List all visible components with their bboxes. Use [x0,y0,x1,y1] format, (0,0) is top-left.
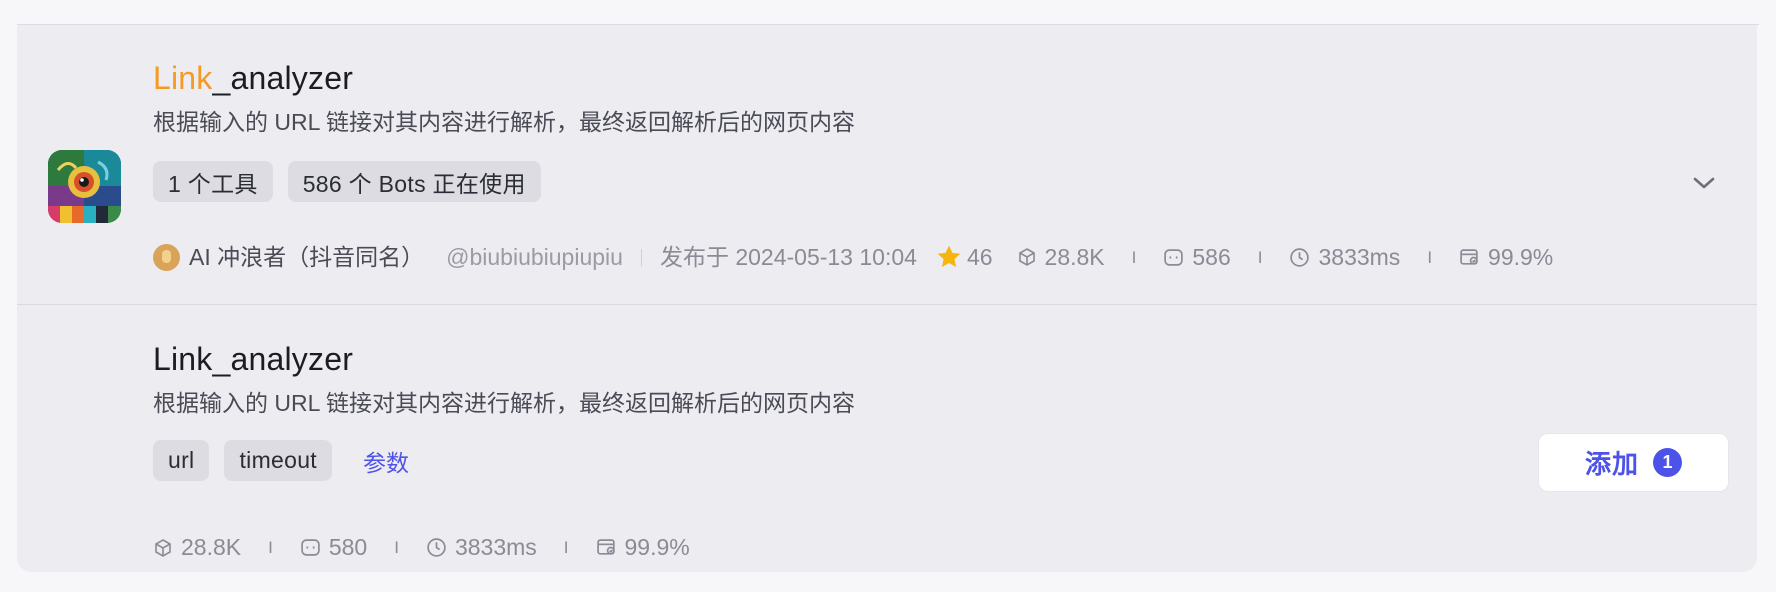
tool-count-tag: 1 个工具 [153,161,273,202]
plugin-description: 根据输入的 URL 链接对其内容进行解析，最终返回解析后的网页内容 [153,109,855,135]
star-count: 46 [935,243,993,271]
clock-icon [1290,247,1310,267]
add-button-label: 添加 [1584,449,1639,479]
bot-face-icon [1164,248,1184,266]
success-rate-icon [1460,248,1478,265]
stat-separator: I [1257,247,1263,267]
cube-icon [1018,248,1035,266]
star-value: 46 [966,243,993,270]
bots-stat: 580 [300,536,367,559]
plugin-card: Link_analyzer 根据输入的 URL 链接对其内容进行解析，最终返回解… [17,25,1757,572]
plugin-row[interactable]: Link_analyzer 根据输入的 URL 链接对其内容进行解析，最终返回解… [17,25,1757,305]
star-icon [937,245,961,268]
tool-title: Link_analyzer [153,341,354,377]
tool-row: Link_analyzer 根据输入的 URL 链接对其内容进行解析，最终返回解… [17,306,1757,572]
latency-stat: 3833ms [426,536,537,559]
clock-icon [427,538,446,557]
meta-divider [640,248,642,266]
success-stat: 99.9% [1459,243,1554,270]
params-link[interactable]: 参数 [363,444,409,478]
stat-separator: I [1427,247,1433,267]
param-url-tag: url [153,440,210,481]
plugin-title-highlight: Link [153,60,213,96]
stat-separator: I [394,538,399,557]
stat-separator: I [1131,247,1137,267]
plugin-meta: AI 冲浪者（抖音同名） @biubiubiupiupiu 发布于 2024-0… [153,243,1553,271]
author-handle: @biubiubiupiupiu [446,243,623,270]
bots-using-tag: 586 个 Bots 正在使用 [287,161,541,202]
chevron-down-icon[interactable] [1691,175,1717,191]
tool-description: 根据输入的 URL 链接对其内容进行解析，最终返回解析后的网页内容 [153,390,855,416]
plugin-title: Link_analyzer [153,62,353,94]
author-avatar [153,243,180,271]
colorful-chameleon-artwork-icon [48,150,121,223]
success-value: 99.9% [624,534,690,560]
stat-separator: I [563,538,569,557]
latency-value: 3833ms [1318,243,1401,270]
latency-value: 3833ms [454,534,537,560]
publish-date: 发布于 2024-05-13 10:04 [659,243,917,270]
plugin-title-rest: _analyzer [212,60,354,96]
bot-face-icon [301,539,320,556]
add-tool-button[interactable]: 添加 1 [1538,433,1729,492]
stat-separator: I [268,538,273,557]
bots-value: 580 [328,534,368,560]
tool-meta: 28.8K I 580 I 3833ms I 99.9% [153,536,690,559]
calls-value: 28.8K [1044,243,1105,270]
success-stat: 99.9% [596,536,690,559]
cube-icon [155,538,171,557]
plugin-tags: 1 个工具 586 个 Bots 正在使用 [153,161,541,202]
add-count-badge: 1 [1653,448,1682,477]
calls-stat: 28.8K [1017,243,1105,270]
success-rate-icon [596,539,615,555]
tool-params: url timeout 参数 [153,440,409,481]
latency-stat: 3833ms [1289,243,1401,270]
bots-value: 586 [1192,243,1231,270]
success-value: 99.9% [1488,243,1554,270]
calls-value: 28.8K [181,534,242,560]
calls-stat: 28.8K [153,536,241,559]
author-name[interactable]: AI 冲浪者（抖音同名） [189,245,424,269]
param-timeout-tag: timeout [224,440,332,481]
bots-stat: 586 [1163,243,1231,270]
